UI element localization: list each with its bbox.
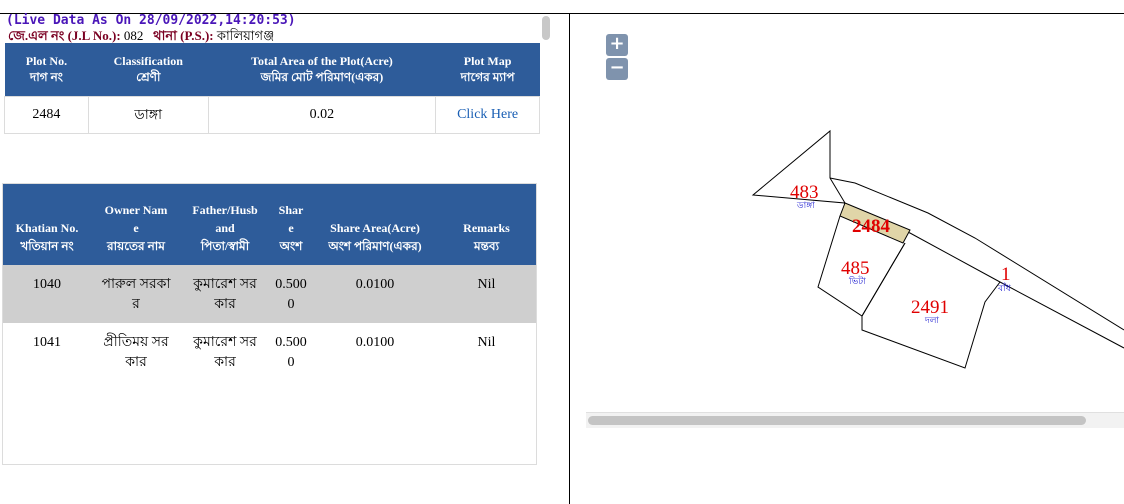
share-cell: 0.500 0 [269,265,313,323]
plot-label-2484: 2484 [852,216,891,237]
table-row: 2484 ডাঙ্গা 0.02 Click Here [4,95,540,134]
remarks-cell: Nil [437,265,536,323]
remarks-cell: Nil [437,323,536,381]
plot-label-1: 1 [1001,264,1011,285]
father-cell: কুমারেশ সর কার [181,323,269,381]
header-share: Shar e অংশ [269,184,313,265]
classification-cell: ডাঙ্গা [87,95,209,134]
horizontal-scrollbar-thumb[interactable] [588,416,1086,425]
plot-map-cell: Click Here [435,95,540,134]
live-data-timestamp: (Live Data As On 28/09/2022,14:20:53) [6,13,296,28]
header-total-area: Total Area of the Plot(Acre) জমির মোট পরি… [208,43,436,96]
plot-class-483: ডাঙ্গা [796,200,815,210]
owner-cell: প্রীতিময় সর কার [91,323,181,381]
pane-divider [569,14,570,504]
owner-cell: পারুল সরকা র [91,265,181,323]
road-top-edge [829,177,1124,331]
cadastral-map: 483 ডাঙ্গা 2484 485 ভিটা 2491 দলা 1 বাঁধ [751,129,1124,369]
father-cell: কুমারেশ সর কার [181,265,269,323]
plot-class-2491: দলা [924,315,939,325]
zoom-out-button[interactable]: − [606,58,628,80]
header-share-area: Share Area(Acre) অংশ পরিমাণ(একর) [313,184,437,265]
share-area-cell: 0.0100 [313,265,437,323]
header-khatian: Khatian No. খতিয়ান নং [3,184,91,265]
khatian-cell: 1041 [3,323,91,381]
owner-table-header: Khatian No. খতিয়ান নং Owner Nam e রায়তের … [3,184,536,265]
vertical-scrollbar[interactable] [542,16,550,40]
khatian-cell: 1040 [3,265,91,323]
area-cell: 0.02 [207,95,437,134]
header-classification: Classification শ্রেণী [88,43,209,96]
header-father: Father/Husb and পিতা/স্বামী [181,184,269,265]
owner-table-container: Khatian No. খতিয়ান নং Owner Nam e রায়তের … [2,183,537,465]
plot-table-header: Plot No. দাগ নং Classification শ্রেণী Tota… [4,43,540,96]
table-row: 1040 পারুল সরকা র কুমারেশ সর কার 0.500 0 0.… [3,265,536,323]
table-row: 1041 প্রীতিময় সর কার কুমারেশ সর কার 0.500… [3,323,536,381]
zoom-in-button[interactable]: + [606,34,628,56]
header-plot-map: Plot Map দাগের ম্যাপ [435,43,540,96]
owner-table: Khatian No. খতিয়ান নং Owner Nam e রায়তের … [3,184,536,381]
header-remarks: Remarks মন্তব্য [437,184,536,265]
share-area-cell: 0.0100 [313,323,437,381]
plot-class-1: বাঁধ [997,282,1012,293]
plot-no-cell: 2484 [4,95,89,134]
plot-map-viewer[interactable]: 483 ডাঙ্গা 2484 485 ভিটা 2491 দলা 1 বাঁধ [586,14,1124,414]
header-plot-no: Plot No. দাগ নং [4,43,89,96]
ps-value: কালিয়াগঞ্জ [216,28,275,43]
plot-class-485: ভিটা [848,275,866,286]
header-owner: Owner Nam e রায়তের নাম [91,184,181,265]
ps-label: থানা (P.S.): [153,28,214,43]
jl-value: 082 [123,28,144,43]
plot-table: Plot No. দাগ নং Classification শ্রেণী Tota… [4,43,540,134]
share-cell: 0.500 0 [269,323,313,381]
click-here-link[interactable]: Click Here [457,107,518,122]
jl-label: জে.এল নং (J.L No.): [8,28,121,43]
